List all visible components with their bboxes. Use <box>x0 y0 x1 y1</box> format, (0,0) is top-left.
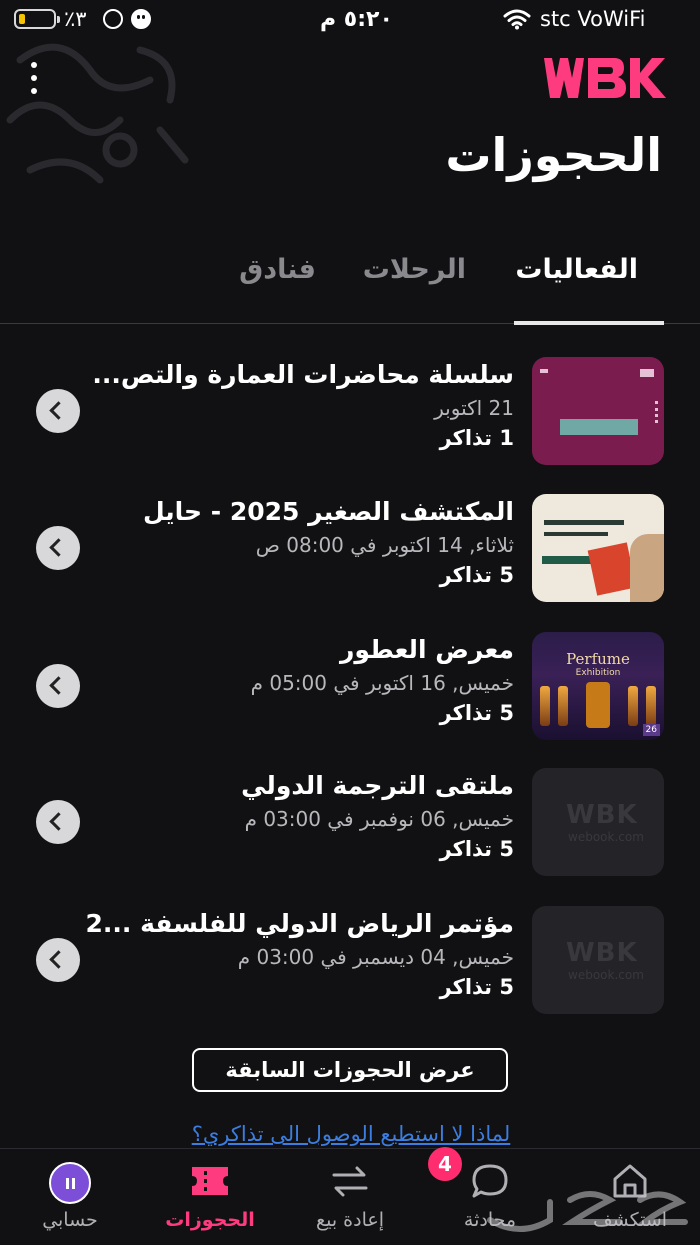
chevron-left-icon[interactable] <box>36 526 80 570</box>
booking-item[interactable]: سلسلة محاضرات العمارة والتص... 21 اكتوبر… <box>0 357 700 467</box>
nav-label: الحجوزات <box>165 1209 255 1231</box>
placeholder-logo: WBK <box>566 938 638 968</box>
thumbnail-title: Perfume <box>566 650 630 668</box>
booking-date: خميس, 16 اكتوبر في 05:00 م <box>250 671 514 695</box>
resale-arrows-icon <box>332 1166 368 1197</box>
tab-trips[interactable]: الرحلات <box>363 254 466 285</box>
nav-account[interactable]: حسابي <box>10 1149 130 1245</box>
thumbnail-badge: 26 <box>642 724 660 736</box>
battery-percent: ٪٣ <box>64 7 87 31</box>
past-bookings-button[interactable]: عرض الحجوزات السابقة <box>192 1048 508 1092</box>
ticket-icon <box>192 1167 228 1195</box>
chevron-left-icon[interactable] <box>36 664 80 708</box>
booking-date: 21 اكتوبر <box>434 396 514 420</box>
carrier-label: stc VoWiFi <box>540 7 646 31</box>
chevron-left-icon[interactable] <box>36 389 80 433</box>
page-title: الحجوزات <box>445 128 662 182</box>
booking-info: ملتقى الترجمة الدولي خميس, 06 نوفمبر في … <box>114 768 514 864</box>
wifi-icon <box>503 9 531 30</box>
booking-info: سلسلة محاضرات العمارة والتص... 21 اكتوبر… <box>92 357 514 453</box>
tab-events[interactable]: الفعاليات <box>515 254 638 285</box>
tab-hotels[interactable]: فنادق <box>239 254 316 285</box>
placeholder-url: webook.com <box>568 830 644 844</box>
smiley-icon <box>131 9 151 29</box>
placeholder-thumbnail: WBK webook.com <box>532 768 664 876</box>
status-time: ٥:٢٠ م <box>320 7 393 32</box>
booking-item[interactable]: Perfume Exhibition 26 معرض العطور خميس, … <box>0 632 700 742</box>
booking-item[interactable]: WBK webook.com مؤتمر الرياض الدولي للفلس… <box>0 906 700 1016</box>
tab-bar: الفعاليات الرحلات فنادق <box>0 248 700 325</box>
booking-title: ملتقى الترجمة الدولي <box>241 771 514 800</box>
booking-date: ثلاثاء, 14 اكتوبر في 08:00 ص <box>255 533 514 557</box>
booking-tickets: 5 تذاكر <box>439 975 514 999</box>
nav-label: حسابي <box>42 1209 98 1231</box>
battery-icon <box>14 9 60 29</box>
event-thumbnail: Perfume Exhibition 26 <box>532 632 664 740</box>
event-thumbnail <box>532 494 664 602</box>
booking-tickets: 5 تذاكر <box>439 701 514 725</box>
decorative-doodle <box>6 43 189 184</box>
chat-unread-badge: 4 <box>428 1147 462 1181</box>
rotation-lock-icon <box>103 9 123 29</box>
booking-title: سلسلة محاضرات العمارة والتص... <box>92 360 514 389</box>
booking-title: مؤتمر الرياض الدولي للفلسفة ...2 <box>85 909 514 938</box>
thumbnail-subtitle: Exhibition <box>575 668 621 678</box>
booking-title: معرض العطور <box>340 635 514 664</box>
haraj-watermark <box>487 1191 688 1232</box>
booking-date: خميس, 06 نوفمبر في 03:00 م <box>244 807 514 831</box>
booking-item[interactable]: المكتشف الصغير 2025 - حايل ثلاثاء, 14 اك… <box>0 494 700 604</box>
booking-title: المكتشف الصغير 2025 - حايل <box>142 497 514 526</box>
booking-tickets: 5 تذاكر <box>439 563 514 587</box>
placeholder-url: webook.com <box>568 968 644 982</box>
kebab-menu-icon[interactable] <box>26 60 42 96</box>
avatar-icon <box>49 1162 91 1204</box>
active-tab-indicator <box>514 321 664 325</box>
placeholder-logo: WBK <box>566 800 638 830</box>
booking-item[interactable]: WBK webook.com ملتقى الترجمة الدولي خميس… <box>0 768 700 878</box>
nav-label: إعادة بيع <box>316 1209 384 1231</box>
nav-resale[interactable]: إعادة بيع <box>290 1149 410 1245</box>
booking-info: مؤتمر الرياض الدولي للفلسفة ...2 خميس, 0… <box>85 906 514 1002</box>
booking-date: خميس, 04 ديسمبر في 03:00 م <box>237 945 514 969</box>
placeholder-thumbnail: WBK webook.com <box>532 906 664 1014</box>
nav-bookings[interactable]: الحجوزات <box>150 1149 270 1245</box>
wbk-logo <box>544 58 666 98</box>
booking-tickets: 5 تذاكر <box>439 837 514 861</box>
chevron-left-icon[interactable] <box>36 800 80 844</box>
booking-info: معرض العطور خميس, 16 اكتوبر في 05:00 م 5… <box>114 632 514 728</box>
booking-info: المكتشف الصغير 2025 - حايل ثلاثاء, 14 اك… <box>114 494 514 590</box>
chevron-left-icon[interactable] <box>36 938 80 982</box>
event-thumbnail <box>532 357 664 465</box>
booking-tickets: 1 تذاكر <box>439 426 514 450</box>
ticket-access-help-link[interactable]: لماذا لا استطيع الوصول الى تذاكري؟ <box>166 1122 536 1146</box>
